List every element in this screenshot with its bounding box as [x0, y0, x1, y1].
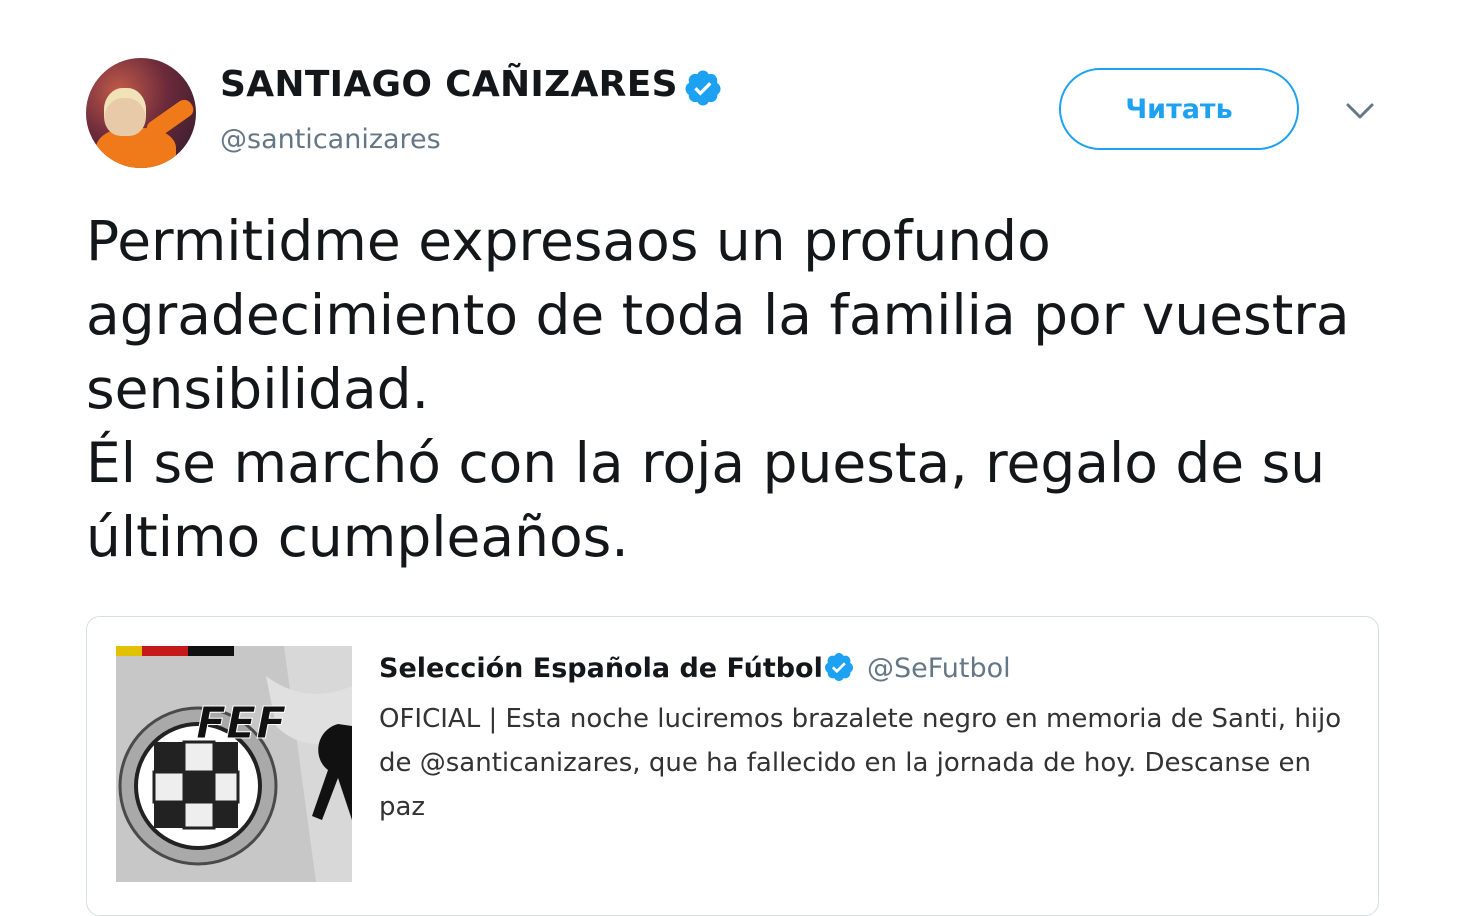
quoted-tweet-image: FEF [116, 646, 352, 882]
avatar-head [104, 88, 146, 136]
chevron-down-icon[interactable] [1342, 96, 1378, 126]
svg-text:FEF: FEF [196, 698, 286, 749]
avatar-arm [143, 96, 196, 142]
follow-button[interactable]: Читать [1059, 68, 1299, 150]
quoted-author-handle[interactable]: @SeFutbol [867, 653, 1011, 684]
quoted-author-name[interactable]: Selección Española de Fútbol [379, 653, 823, 684]
tweet-paragraph: Permitidme expresaos un profundo agradec… [86, 209, 1350, 421]
verified-badge-icon [825, 653, 854, 681]
author-handle[interactable]: @santicanizares [220, 124, 441, 155]
quoted-tweet[interactable]: FEF Selección Española de Fútbol @SeFutb… [86, 616, 1379, 916]
author-avatar[interactable] [86, 58, 196, 168]
quoted-tweet-text: OFICIAL | Esta noche luciremos brazalete… [379, 704, 1342, 822]
verified-badge-icon [685, 70, 721, 106]
tweet-text: Permitidme expresaos un profundo agradec… [86, 204, 1416, 574]
fef-logo-icon: FEF [116, 646, 352, 882]
author-display-name[interactable]: SANTIAGO CAÑIZARES [220, 64, 678, 105]
tweet-paragraph: Él se marchó con la roja puesta, regalo … [86, 431, 1326, 569]
